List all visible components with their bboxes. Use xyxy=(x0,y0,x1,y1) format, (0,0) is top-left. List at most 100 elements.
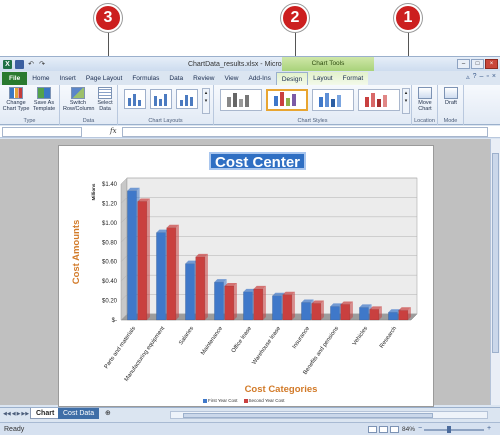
vertical-scroll-thumb[interactable] xyxy=(492,153,499,353)
chart-layout-3[interactable] xyxy=(176,89,198,109)
vertical-scrollbar[interactable] xyxy=(490,139,500,405)
zoom-level[interactable]: 84% xyxy=(402,426,415,433)
bar-side xyxy=(262,285,266,320)
group-data-label: Data xyxy=(82,118,95,124)
bar xyxy=(311,303,322,321)
group-chart-layouts: ▴ ▾ Chart Layouts xyxy=(118,85,214,125)
callout-2: 2 xyxy=(281,4,309,32)
bar-side xyxy=(233,283,237,320)
horizontal-scrollbar[interactable] xyxy=(170,411,488,419)
change-chart-type-button[interactable]: Change Chart Type xyxy=(2,87,30,112)
group-mode-label: Mode xyxy=(443,118,458,124)
chart-legend[interactable]: First Year Cost Second Year Cost xyxy=(203,398,285,403)
close-icon[interactable]: × xyxy=(485,59,498,69)
group-type-label: Type xyxy=(23,118,36,124)
last-sheet-icon[interactable]: ▶▶ xyxy=(21,411,29,417)
move-chart-button[interactable]: Move Chart xyxy=(413,87,437,112)
prev-sheet-icon[interactable]: ◀ xyxy=(12,411,16,417)
doc-close-icon[interactable]: × xyxy=(492,73,496,81)
bar xyxy=(272,295,282,321)
window-controls: – □ × xyxy=(457,59,498,69)
styles-gallery-scroll[interactable]: ▴ ▾ xyxy=(402,88,410,114)
tab-add-ins[interactable]: Add-Ins xyxy=(243,72,275,85)
x-tick-label: Office lease xyxy=(231,326,253,354)
callout-1: 1 xyxy=(394,4,422,32)
tab-view[interactable]: View xyxy=(219,72,243,85)
chart-style-3[interactable] xyxy=(312,89,354,111)
tab-format[interactable]: Format xyxy=(337,72,369,85)
bar xyxy=(340,304,351,321)
bar xyxy=(282,294,293,321)
help-icon[interactable]: ? xyxy=(473,73,477,81)
bar xyxy=(301,302,311,321)
zoom-slider[interactable] xyxy=(424,426,484,433)
bar-side xyxy=(175,224,179,320)
switch-row-column-button[interactable]: Switch Row/Column xyxy=(63,87,95,112)
y-tick-label: $1.20 xyxy=(102,201,118,207)
callout-3: 3 xyxy=(94,4,122,32)
tab-insert[interactable]: Insert xyxy=(55,72,81,85)
tab-page-layout[interactable]: Page Layout xyxy=(81,72,128,85)
ribbon-minimize-icon[interactable]: ▵ xyxy=(466,73,470,81)
chart-style-2[interactable] xyxy=(266,89,308,111)
group-mode: Draft Mode xyxy=(438,85,464,125)
minimize-icon[interactable]: – xyxy=(457,59,470,69)
sheet-tab-cost-data[interactable]: Cost Data xyxy=(58,408,100,419)
group-data: Switch Row/Column Select Data Data xyxy=(60,85,118,125)
switch-row-column-label: Switch Row/Column xyxy=(63,100,95,112)
bar xyxy=(166,227,177,321)
fx-label[interactable]: fx xyxy=(110,127,117,135)
tab-design[interactable]: Design xyxy=(275,72,309,85)
tab-home[interactable]: Home xyxy=(27,72,54,85)
y-tick-label: $1.00 xyxy=(102,221,118,227)
draft-button[interactable]: Draft xyxy=(439,87,463,106)
chart-layout-2[interactable] xyxy=(150,89,172,109)
zoom-in-icon[interactable]: + xyxy=(487,425,491,432)
formula-input[interactable] xyxy=(122,127,488,137)
name-box[interactable] xyxy=(2,127,82,137)
bar xyxy=(224,285,235,321)
page-break-view-icon[interactable] xyxy=(390,426,399,433)
first-sheet-icon[interactable]: ◀◀ xyxy=(3,411,11,417)
ribbon: Change Chart Type Save As Template Type … xyxy=(0,85,500,125)
next-sheet-icon[interactable]: ▶ xyxy=(17,411,21,417)
horizontal-scroll-thumb[interactable] xyxy=(183,413,433,418)
chart-area[interactable]: Cost Center $- $0.20 $0.40 $0.60 $0.80 $1.00 $… xyxy=(58,145,434,407)
bar xyxy=(214,281,224,321)
group-chart-styles-label: Chart Styles xyxy=(297,118,328,124)
page-layout-view-icon[interactable] xyxy=(379,426,388,433)
tab-review[interactable]: Review xyxy=(188,72,219,85)
tab-file[interactable]: File xyxy=(2,72,28,85)
y-tick-label: $0.40 xyxy=(102,279,118,285)
maximize-icon[interactable]: □ xyxy=(471,59,484,69)
ribbon-tabs: File Home Insert Page Layout Formulas Da… xyxy=(0,71,500,85)
chart-side-wall xyxy=(120,177,128,321)
tab-layout[interactable]: Layout xyxy=(308,72,338,85)
save-as-template-button[interactable]: Save As Template xyxy=(30,87,58,112)
legend-entry-second-year: Second Year Cost xyxy=(243,398,285,403)
tab-formulas[interactable]: Formulas xyxy=(127,72,164,85)
select-data-button[interactable]: Select Data xyxy=(94,87,116,112)
zoom-slider-knob[interactable] xyxy=(447,426,452,433)
tab-data[interactable]: Data xyxy=(164,72,188,85)
layouts-gallery-scroll[interactable]: ▴ ▾ xyxy=(202,88,210,114)
bar xyxy=(388,312,398,321)
insert-sheet-icon[interactable]: ⊕ xyxy=(100,408,116,419)
title-bar: X ↶ ↷ ChartData_results.xlsx - Microsoft… xyxy=(0,57,500,71)
normal-view-icon[interactable] xyxy=(368,426,377,433)
sheet-tab-chart[interactable]: Chart xyxy=(30,408,61,419)
zoom-out-icon[interactable]: − xyxy=(418,425,422,432)
bar xyxy=(243,291,253,321)
bar-side xyxy=(291,291,295,320)
y-tick-label: $- xyxy=(112,318,117,324)
chart-style-1[interactable] xyxy=(220,89,262,111)
y-tick-label: $0.80 xyxy=(102,240,118,246)
move-chart-icon xyxy=(418,87,432,99)
doc-minimize-icon[interactable]: – xyxy=(480,73,484,81)
chart-layout-1[interactable] xyxy=(124,89,146,109)
chart-tools-label: Chart Tools xyxy=(282,57,374,71)
group-chart-layouts-label: Chart Layouts xyxy=(148,118,183,124)
chart-style-4[interactable] xyxy=(358,89,400,111)
y-tick-label: $0.60 xyxy=(102,260,118,266)
doc-restore-icon[interactable]: ▫ xyxy=(486,73,488,81)
